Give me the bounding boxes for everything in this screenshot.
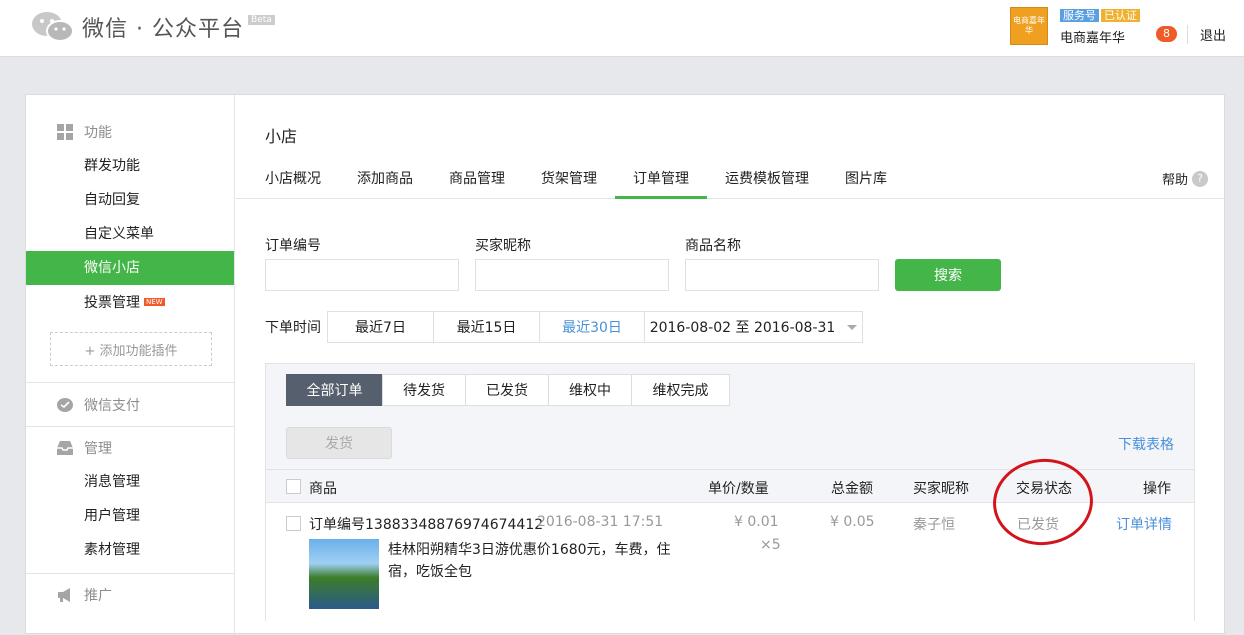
store-tabs: 小店概况 添加商品 商品管理 货架管理 订单管理 运费模板管理 图片库 帮助? [236, 159, 1224, 199]
help-label: 帮助 [1161, 173, 1188, 188]
account-tags: 服务号 已认证 [1059, 7, 1142, 23]
tab-disputes[interactable]: 维权中 [548, 374, 632, 406]
buyer-nickname-input[interactable] [475, 259, 669, 291]
wechat-logo-icon [32, 12, 74, 42]
buyer-nickname-label: 买家昵称 [475, 238, 531, 254]
range-7-days[interactable]: 最近7日 [327, 311, 434, 343]
order-time: 2016-08-31 17:51 [537, 514, 664, 530]
service-account-badge: 服务号 [1059, 8, 1099, 22]
order-time-label: 下单时间 [265, 320, 321, 336]
total-amount: ¥ 0.05 [830, 514, 875, 530]
ship-button[interactable]: 发货 [286, 427, 392, 459]
sidebar-item-label: 投票管理 [84, 295, 140, 311]
tab-pending-shipment[interactable]: 待发货 [382, 374, 466, 406]
sidebar: 功能 群发功能 自动回复 自定义菜单 微信小店 投票管理 NEW + 添加功能插件… [26, 95, 235, 635]
logo[interactable]: 微信 · 公众平台 Beta [30, 9, 275, 45]
inbox-icon [57, 441, 73, 455]
account-name[interactable]: 电商嘉年华 [1060, 27, 1142, 46]
sidebar-item-messages[interactable]: 消息管理 [26, 465, 234, 499]
date-range-value: 2016-08-02 至 2016-08-31 [649, 320, 836, 336]
tab-disputes-resolved[interactable]: 维权完成 [631, 374, 730, 406]
sidebar-item-wechat-pay[interactable]: 微信支付 [26, 388, 234, 422]
order-number-input[interactable] [265, 259, 459, 291]
sidebar-item-auto-reply[interactable]: 自动回复 [26, 183, 234, 217]
quantity: ×5 [760, 537, 781, 553]
order-number-label: 订单编号 [265, 238, 321, 254]
tab-all-orders[interactable]: 全部订单 [286, 374, 383, 406]
product-title-line-2[interactable]: 宿，吃饭全包 [388, 561, 472, 581]
download-table-link[interactable]: 下载表格 [1118, 434, 1174, 454]
row-checkbox[interactable] [286, 516, 301, 531]
add-plugin-button[interactable]: + 添加功能插件 [50, 332, 212, 366]
unit-price: ¥ 0.01 [734, 514, 779, 530]
sidebar-section-function: 功能 [26, 115, 234, 149]
sidebar-section-label: 微信支付 [84, 398, 140, 414]
range-15-days[interactable]: 最近15日 [433, 311, 540, 343]
account-avatar[interactable]: 电商嘉年华 [1009, 7, 1048, 45]
column-buyer: 买家昵称 [913, 481, 969, 497]
sidebar-section-manage: 管理 [26, 431, 234, 465]
sidebar-section-label: 管理 [84, 441, 112, 457]
sidebar-divider [26, 426, 234, 427]
product-thumbnail[interactable] [309, 539, 379, 609]
order-number: 订单编号13883348876974674412 [309, 517, 544, 533]
tab-product-management[interactable]: 商品管理 [449, 168, 505, 188]
select-all-checkbox[interactable] [286, 479, 301, 494]
order-detail-link[interactable]: 订单详情 [1116, 514, 1172, 534]
tab-store-overview[interactable]: 小店概况 [265, 168, 321, 188]
column-total: 总金额 [831, 481, 873, 497]
sidebar-item-wechat-store[interactable]: 微信小店 [26, 251, 234, 285]
sidebar-item-custom-menu[interactable]: 自定义菜单 [26, 217, 234, 251]
verified-badge: 已认证 [1100, 8, 1140, 22]
search-button[interactable]: 搜索 [895, 259, 1001, 291]
product-name-label: 商品名称 [685, 238, 741, 254]
sidebar-item-mass-send[interactable]: 群发功能 [26, 149, 234, 183]
product-title-line-1[interactable]: 桂林阳朔精华3日游优惠价1680元，车费，住 [388, 539, 671, 559]
sidebar-item-materials[interactable]: 素材管理 [26, 533, 234, 567]
chat-bubble-icon [57, 398, 73, 412]
product-name-input[interactable] [685, 259, 879, 291]
sidebar-divider [26, 382, 234, 383]
help-link[interactable]: 帮助? [1162, 169, 1208, 188]
new-badge: NEW [144, 298, 165, 306]
logout-link[interactable]: 退出 [1186, 24, 1226, 44]
sidebar-item-promote[interactable]: 推广 [26, 578, 234, 612]
account-info: 服务号 已认证 电商嘉年华 [1059, 7, 1142, 46]
sidebar-divider [26, 573, 234, 574]
sidebar-section-label: 推广 [84, 588, 112, 604]
buyer-nickname: 秦子恒 [913, 517, 955, 533]
range-30-days[interactable]: 最近30日 [539, 311, 645, 343]
page-title: 小店 [265, 127, 298, 146]
tab-shipped[interactable]: 已发货 [465, 374, 549, 406]
sidebar-item-users[interactable]: 用户管理 [26, 499, 234, 533]
tab-order-management[interactable]: 订单管理 [615, 168, 707, 199]
date-range-picker[interactable]: 2016-08-02 至 2016-08-31 [644, 311, 863, 343]
column-product: 商品 [309, 481, 337, 497]
notification-badge[interactable]: 8 [1155, 26, 1177, 42]
logo-text: 微信 · 公众平台 [82, 17, 244, 42]
megaphone-icon [58, 588, 70, 602]
tab-shelf-management[interactable]: 货架管理 [541, 168, 597, 188]
tab-image-library[interactable]: 图片库 [845, 168, 887, 188]
beta-badge: Beta [247, 15, 275, 25]
column-price-qty: 单价/数量 [708, 481, 769, 497]
column-action: 操作 [1143, 481, 1171, 497]
account-area: 电商嘉年华 服务号 已认证 电商嘉年华 8 退出 [1009, 6, 1244, 46]
help-icon: ? [1192, 170, 1208, 187]
tab-add-product[interactable]: 添加商品 [357, 168, 413, 188]
chevron-down-icon [847, 324, 858, 330]
main-container: 功能 群发功能 自动回复 自定义菜单 微信小店 投票管理 NEW + 添加功能插件… [25, 94, 1225, 635]
sidebar-item-vote[interactable]: 投票管理 NEW [26, 285, 234, 319]
top-bar: 微信 · 公众平台 Beta 电商嘉年华 服务号 已认证 电商嘉年华 8 退出 [0, 0, 1244, 57]
tab-shipping-template[interactable]: 运费模板管理 [725, 168, 809, 188]
grid-icon [57, 124, 73, 140]
sidebar-section-label: 功能 [84, 125, 112, 141]
